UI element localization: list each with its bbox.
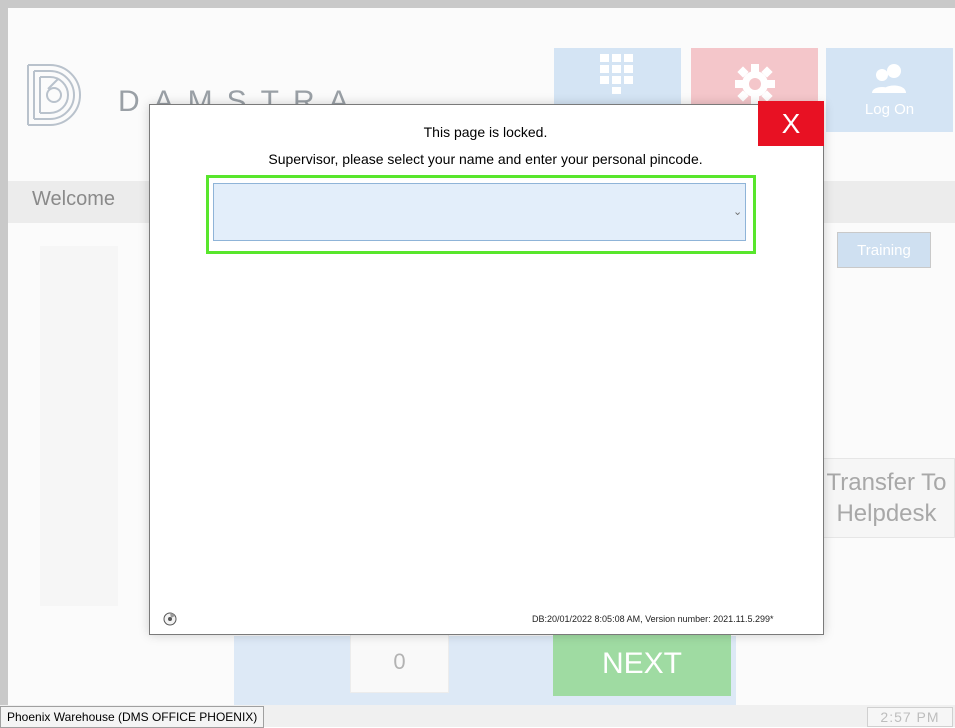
next-button[interactable]: NEXT [553, 632, 731, 696]
transfer-label-line2: Helpdesk [836, 500, 937, 527]
disc-icon [163, 612, 177, 626]
content-panel [40, 246, 118, 606]
counter-field[interactable]: 0 [350, 630, 449, 693]
supervisor-name-select[interactable] [213, 183, 746, 241]
transfer-to-helpdesk-button[interactable]: Transfer To Helpdesk [818, 458, 955, 538]
keypad-icon [600, 54, 633, 94]
users-icon [871, 63, 906, 93]
window-frame-top [0, 0, 955, 8]
transfer-label-line1: Transfer To [826, 469, 947, 496]
damstra-logo-icon [27, 64, 81, 126]
gear-icon [735, 64, 775, 104]
location-status: Phoenix Warehouse (DMS OFFICE PHOENIX) [0, 706, 265, 728]
lock-message: This page is locked. [423, 124, 548, 140]
logon-label: Log On [864, 100, 915, 118]
clock: 2:57 PM [867, 707, 953, 727]
training-button[interactable]: Training [837, 232, 931, 268]
version-info: DB:20/01/2022 8:05:08 AM, Version number… [532, 614, 774, 624]
logon-button[interactable]: Log On [826, 48, 953, 132]
supervisor-instruction: Supervisor, please select your name and … [268, 151, 703, 167]
welcome-label: Welcome [32, 188, 115, 210]
chevron-down-icon[interactable]: ⌄ [733, 205, 742, 218]
window-frame-left [0, 0, 8, 727]
